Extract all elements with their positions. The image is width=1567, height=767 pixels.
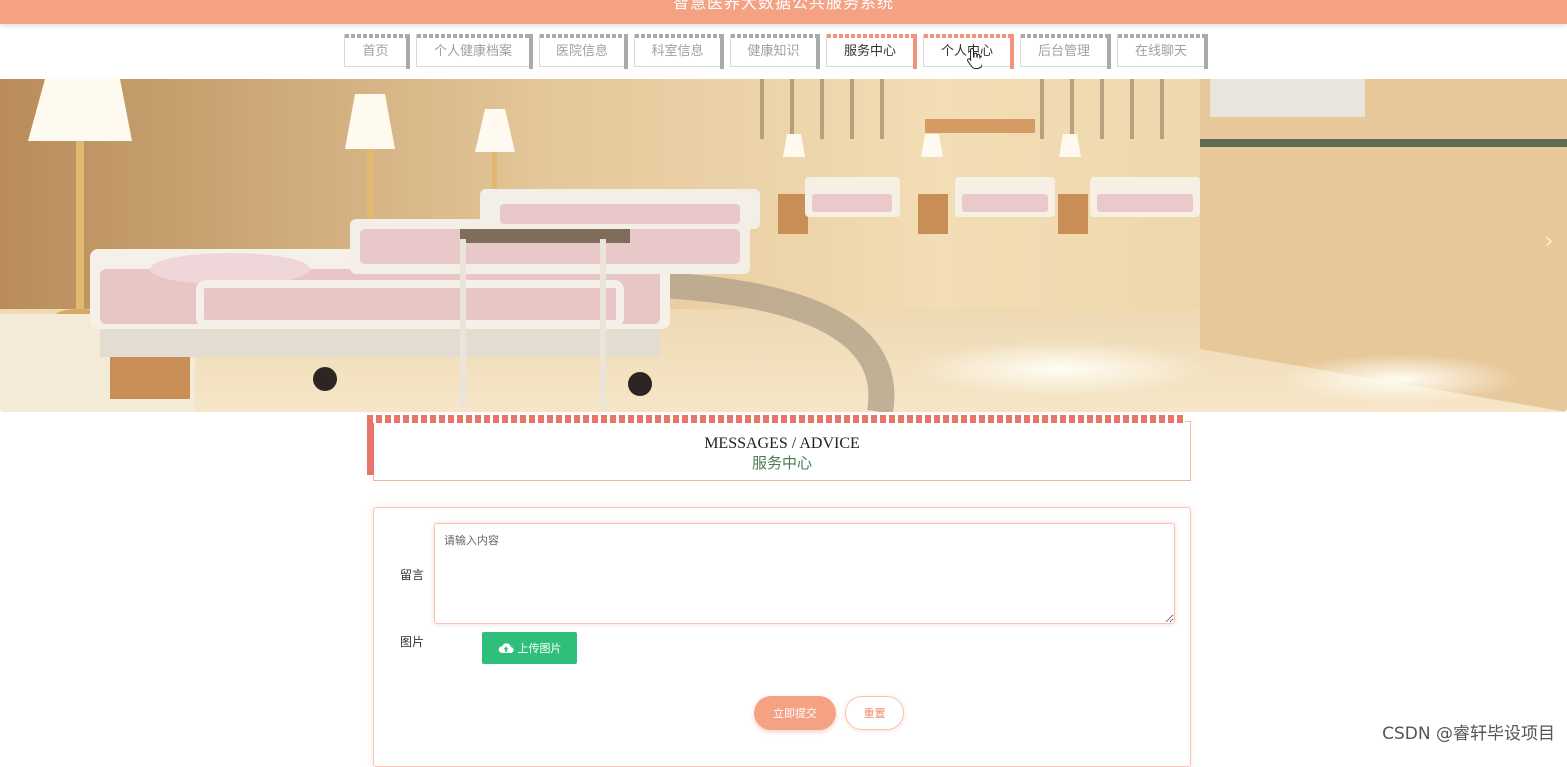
message-form: 留言 图片 上传图片 立即提交 重置 <box>373 507 1191 767</box>
nav-item-hospital-info[interactable]: 医院信息 <box>539 34 628 69</box>
nav-item-health-records[interactable]: 个人健康档案 <box>416 34 533 69</box>
main-nav: 首页 个人健康档案 医院信息 科室信息 健康知识 服务中心 个人中心 后台管理 … <box>344 34 1208 69</box>
csdn-watermark: CSDN @睿轩毕设项目 <box>1382 724 1555 744</box>
image-label: 图片 <box>399 635 424 649</box>
banner-next-arrow-icon[interactable]: › <box>1539 229 1559 254</box>
submit-button[interactable]: 立即提交 <box>754 696 836 730</box>
nav-item-home[interactable]: 首页 <box>344 34 410 69</box>
app-title: 智慧医养大数据公共服务系统 <box>672 0 894 12</box>
upload-image-label: 上传图片 <box>517 642 562 655</box>
nav-item-admin[interactable]: 后台管理 <box>1020 34 1111 69</box>
cloud-upload-icon <box>498 643 514 654</box>
nav-item-health-knowledge[interactable]: 健康知识 <box>730 34 820 69</box>
nav-item-service-center[interactable]: 服务中心 <box>826 34 917 69</box>
hero-banner: › <box>0 79 1567 412</box>
nav-item-online-chat[interactable]: 在线聊天 <box>1117 34 1208 69</box>
message-textarea[interactable] <box>434 523 1175 624</box>
message-label: 留言 <box>399 568 424 582</box>
upload-image-button[interactable]: 上传图片 <box>482 632 577 664</box>
hospital-ward-image <box>0 79 1567 412</box>
section-title-en: MESSAGES / ADVICE <box>704 435 860 452</box>
section-title-cn: 服务中心 <box>751 454 812 472</box>
section-header-stripe <box>367 415 1185 423</box>
hand-cursor-icon <box>967 47 982 69</box>
top-bar: 智慧医养大数据公共服务系统 <box>0 0 1567 24</box>
nav-item-department-info[interactable]: 科室信息 <box>634 34 724 69</box>
section-header-accent-bar <box>367 415 374 475</box>
reset-button[interactable]: 重置 <box>845 696 904 730</box>
section-header: MESSAGES / ADVICE 服务中心 <box>367 415 1191 481</box>
